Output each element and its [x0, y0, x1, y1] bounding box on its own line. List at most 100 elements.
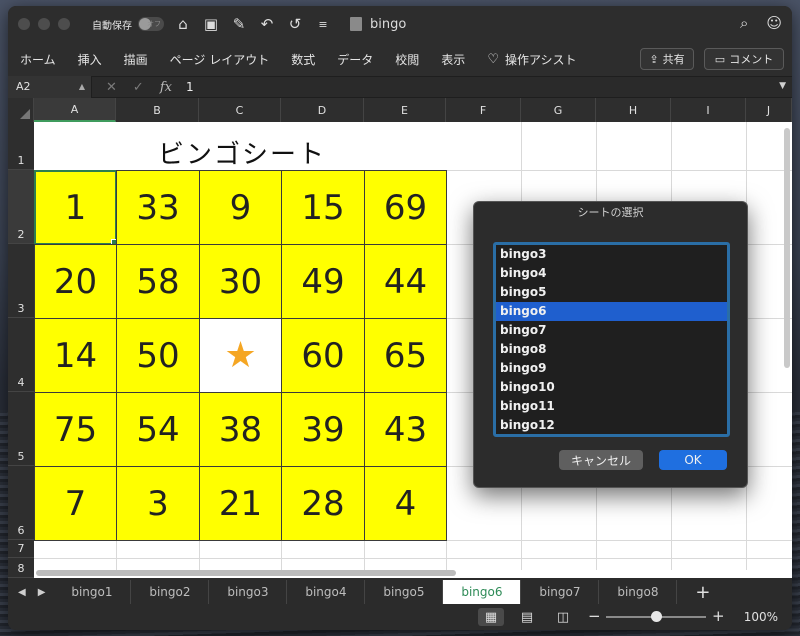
bingo-cell[interactable]: 69 — [364, 170, 447, 245]
zoom-slider-thumb[interactable] — [651, 611, 662, 622]
save-icon[interactable]: ▣ — [202, 15, 220, 33]
row-header[interactable]: 8 — [8, 558, 34, 578]
row-header[interactable]: 4 — [8, 318, 34, 392]
bingo-cell[interactable]: 58 — [116, 244, 200, 319]
bingo-cell[interactable]: 9 — [199, 170, 282, 245]
bingo-cell[interactable]: 54 — [116, 392, 200, 467]
normal-view-icon[interactable]: ▦ — [478, 608, 504, 626]
redo-icon[interactable]: ↺ — [286, 15, 304, 33]
menu-draw[interactable]: 描画 — [124, 51, 148, 68]
minimize-window-button[interactable] — [38, 18, 50, 30]
tab-next-icon[interactable]: ▶ — [38, 587, 46, 598]
edit-icon[interactable]: ✎ — [230, 15, 248, 33]
column-header[interactable]: E — [364, 98, 446, 122]
column-header[interactable]: H — [596, 98, 671, 122]
confirm-icon[interactable]: ✓ — [133, 80, 144, 95]
horizontal-scrollbar[interactable] — [36, 570, 456, 576]
sheet-tab[interactable]: bingo7 — [521, 580, 600, 604]
sheet-list-item[interactable]: bingo12 — [496, 416, 727, 434]
customize-icon[interactable]: ≡ — [314, 18, 332, 31]
ok-button[interactable]: OK — [659, 450, 727, 470]
select-all-corner[interactable] — [8, 98, 34, 122]
function-icon[interactable]: fx — [160, 80, 172, 95]
home-icon[interactable]: ⌂ — [174, 15, 192, 33]
bingo-cell[interactable]: 60 — [281, 318, 365, 393]
bingo-cell[interactable]: 3 — [116, 466, 200, 541]
bingo-cell[interactable]: 38 — [199, 392, 282, 467]
sheet-list-item[interactable]: bingo5 — [496, 283, 727, 302]
bingo-cell[interactable]: 43 — [364, 392, 447, 467]
search-icon[interactable]: ⌕ — [740, 14, 748, 32]
autosave-toggle[interactable]: オフ — [138, 17, 164, 31]
zoom-window-button[interactable] — [58, 18, 70, 30]
sheet-tab[interactable]: bingo3 — [209, 580, 288, 604]
menu-home[interactable]: ホーム — [20, 51, 56, 68]
bingo-cell[interactable]: 44 — [364, 244, 447, 319]
bingo-cell[interactable]: 21 — [199, 466, 282, 541]
free-space-star-icon[interactable]: ★ — [199, 318, 282, 393]
bingo-cell[interactable]: 1 — [34, 170, 119, 247]
column-header[interactable]: A — [34, 98, 116, 122]
zoom-slider[interactable] — [606, 611, 706, 622]
sheet-tab-active[interactable]: bingo6 — [443, 580, 522, 604]
column-header[interactable]: B — [116, 98, 199, 122]
sheet-list-item[interactable]: bingo9 — [496, 359, 727, 378]
bingo-cell[interactable]: 33 — [116, 170, 200, 245]
cancel-icon[interactable]: ✕ — [106, 80, 117, 95]
account-icon[interactable]: ☺ — [766, 14, 782, 32]
bingo-cell[interactable]: 14 — [34, 318, 117, 393]
sheet-tab[interactable]: bingo1 — [53, 580, 132, 604]
column-header[interactable]: J — [746, 98, 792, 122]
sheet-list-item[interactable]: bingo11 — [496, 397, 727, 416]
row-header[interactable]: 3 — [8, 244, 34, 318]
undo-icon[interactable]: ↶ — [258, 15, 276, 33]
bingo-cell[interactable]: 28 — [281, 466, 365, 541]
sheet-list-item[interactable]: bingo8 — [496, 340, 727, 359]
bingo-cell[interactable]: 65 — [364, 318, 447, 393]
bingo-cell[interactable]: 4 — [364, 466, 447, 541]
bingo-cell[interactable]: 30 — [199, 244, 282, 319]
bingo-cell[interactable]: 39 — [281, 392, 365, 467]
sheet-title[interactable]: ビンゴシート — [158, 134, 326, 171]
comment-button[interactable]: ▭ コメント — [704, 48, 784, 70]
tab-prev-icon[interactable]: ◀ — [18, 587, 26, 598]
row-header[interactable]: 7 — [8, 540, 34, 558]
sheet-tab[interactable]: bingo2 — [131, 580, 210, 604]
menu-tell-me[interactable]: ♡ 操作アシスト — [487, 51, 576, 68]
add-sheet-button[interactable]: + — [695, 582, 710, 603]
column-header[interactable]: G — [521, 98, 596, 122]
sheet-list-item[interactable]: bingo10 — [496, 378, 727, 397]
bingo-cell[interactable]: 75 — [34, 392, 117, 467]
sheet-list-item-selected[interactable]: bingo6 — [496, 302, 727, 321]
sheet-tab[interactable]: bingo5 — [365, 580, 444, 604]
column-header[interactable]: D — [281, 98, 364, 122]
page-layout-view-icon[interactable]: ▤ — [514, 608, 540, 626]
cancel-button[interactable]: キャンセル — [559, 450, 643, 470]
vertical-scrollbar[interactable] — [784, 128, 790, 368]
page-break-view-icon[interactable]: ◫ — [550, 608, 576, 626]
bingo-cell[interactable]: 49 — [281, 244, 365, 319]
row-header[interactable]: 1 — [8, 122, 34, 170]
share-button[interactable]: ⇪ 共有 — [640, 48, 694, 70]
column-header[interactable]: F — [446, 98, 521, 122]
row-header[interactable]: 6 — [8, 466, 34, 540]
column-header[interactable]: I — [671, 98, 746, 122]
name-box[interactable]: A2 ▲▼ — [8, 76, 92, 113]
formula-expand-icon[interactable]: ▼ — [779, 81, 786, 91]
sheet-list-item[interactable]: bingo7 — [496, 321, 727, 340]
menu-data[interactable]: データ — [337, 51, 373, 68]
menu-insert[interactable]: 挿入 — [78, 51, 102, 68]
sheet-list[interactable]: bingo3 bingo4 bingo5 bingo6 bingo7 bingo… — [493, 242, 730, 437]
menu-review[interactable]: 校閲 — [395, 51, 419, 68]
menu-view[interactable]: 表示 — [441, 51, 465, 68]
menu-page-layout[interactable]: ページ レイアウト — [170, 51, 270, 68]
menu-formulas[interactable]: 数式 — [291, 51, 315, 68]
sheet-tab[interactable]: bingo4 — [287, 580, 366, 604]
formula-input[interactable]: 1 — [186, 80, 194, 94]
close-window-button[interactable] — [18, 18, 30, 30]
sheet-list-item[interactable]: bingo3 — [496, 245, 727, 264]
sheet-tab[interactable]: bingo8 — [599, 580, 678, 604]
bingo-cell[interactable]: 15 — [281, 170, 365, 245]
column-header[interactable]: C — [199, 98, 281, 122]
zoom-in-button[interactable]: + — [712, 607, 725, 625]
